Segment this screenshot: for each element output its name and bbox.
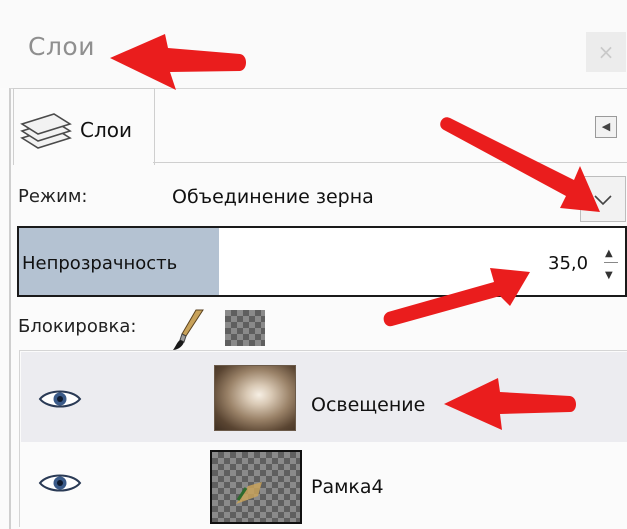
annotation-arrows: [110, 34, 600, 430]
annotation-arrow: [110, 34, 246, 90]
annotation-arrow: [383, 268, 530, 327]
annotation-arrow: [440, 117, 600, 212]
annotation-arrow: [444, 378, 576, 430]
